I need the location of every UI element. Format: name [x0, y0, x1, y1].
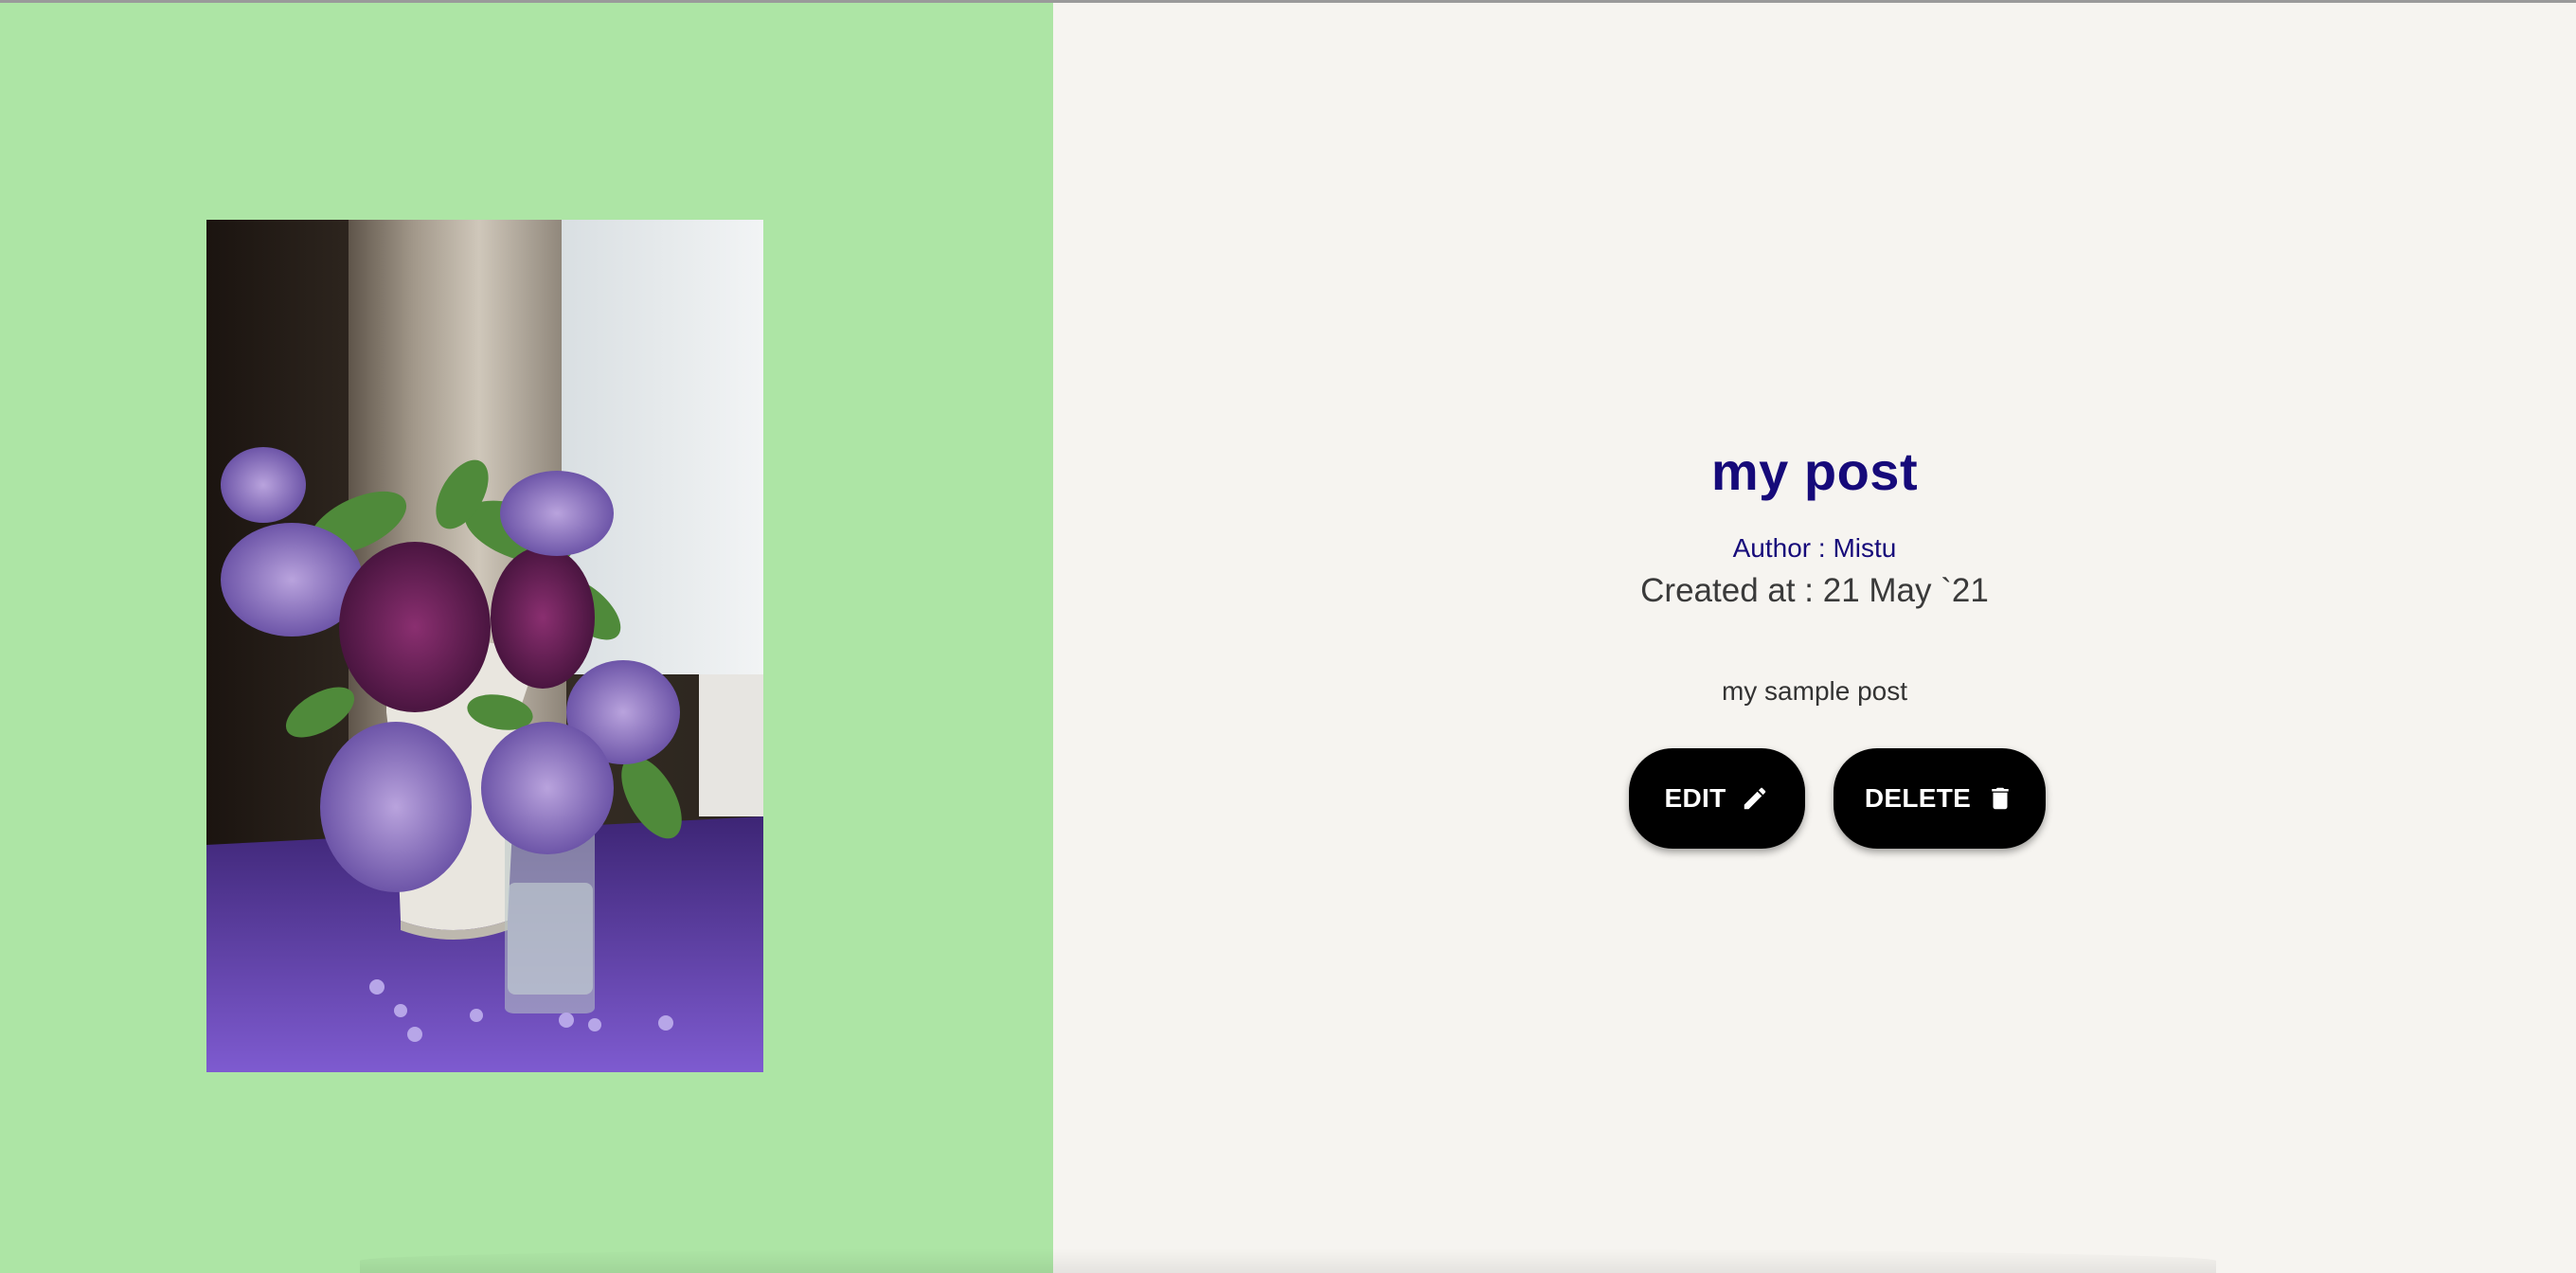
bottom-shadow [360, 1248, 2216, 1273]
post-created-date: Created at : 21 May `21 [1640, 572, 1989, 609]
post-detail: my post Author : Mistu Created at : 21 M… [1053, 3, 2576, 1273]
pencil-icon [1741, 784, 1769, 813]
edit-button[interactable]: EDIT [1629, 748, 1805, 849]
delete-button[interactable]: DELETE [1834, 748, 2046, 849]
delete-button-label: DELETE [1864, 783, 1972, 813]
post-title: my post [1710, 441, 1919, 501]
post-author: Author : Mistu [1732, 533, 1897, 563]
trash-icon [1986, 784, 2014, 813]
post-image [206, 220, 763, 1072]
edit-button-label: EDIT [1664, 783, 1726, 813]
post-body: my sample post [1721, 676, 1908, 706]
